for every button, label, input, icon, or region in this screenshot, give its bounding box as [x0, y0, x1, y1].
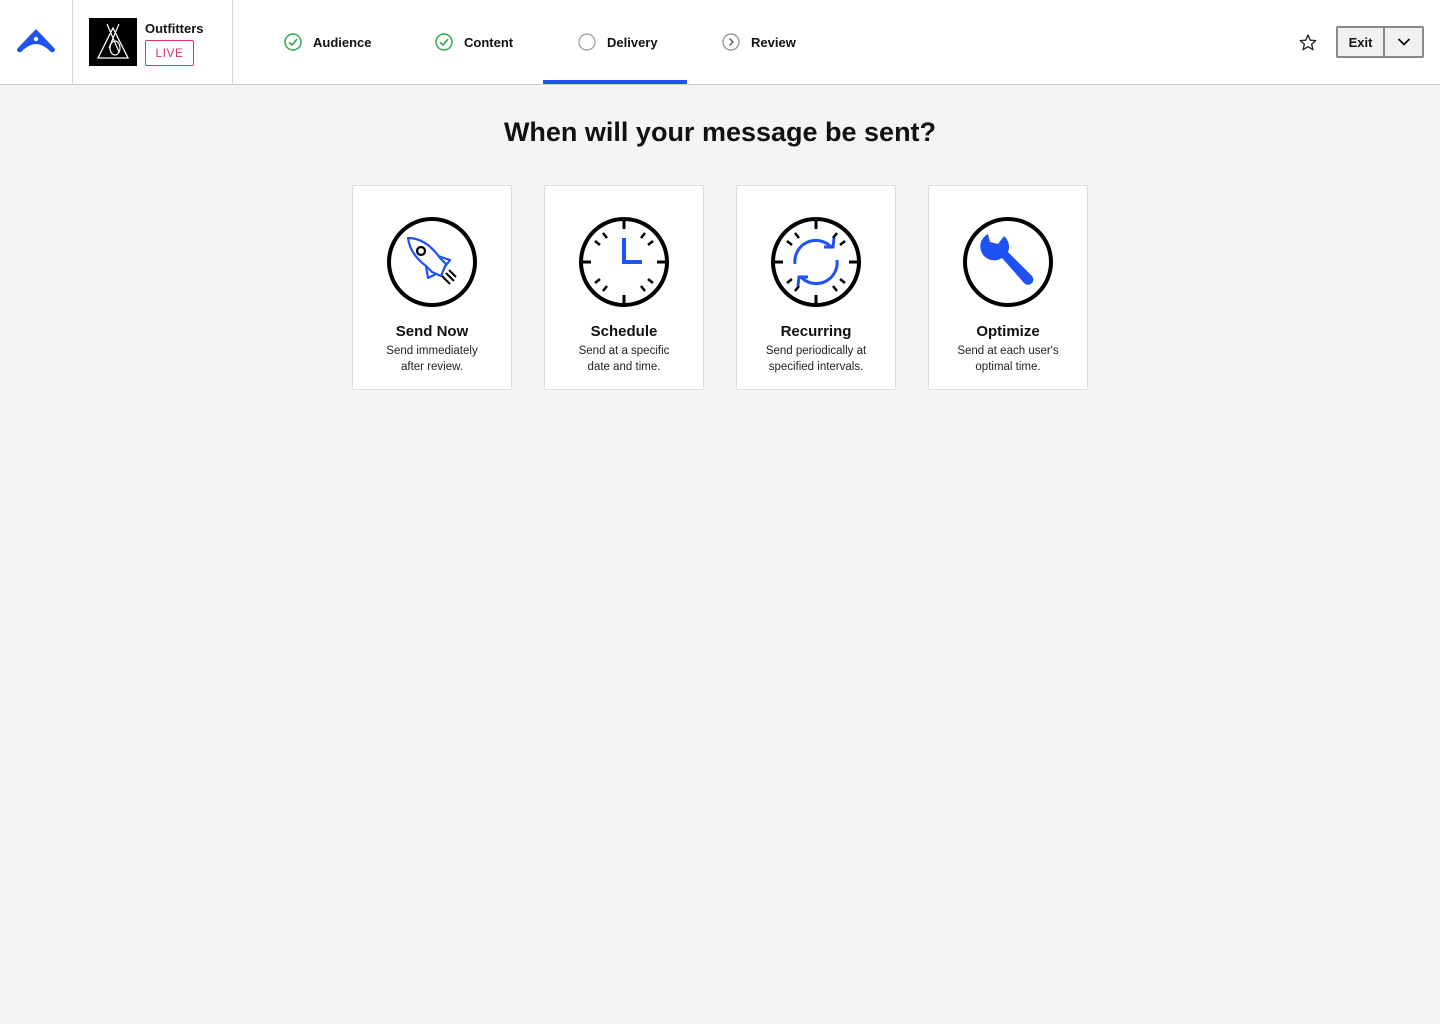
app-name: Outfitters [145, 21, 204, 36]
step-audience[interactable]: Audience [284, 0, 372, 84]
app-logo [89, 18, 137, 66]
brand-logo-icon [17, 29, 55, 53]
option-recurring[interactable]: Recurring Send periodically at specified… [736, 185, 896, 390]
option-title: Schedule [590, 323, 658, 340]
live-status-badge: LIVE [145, 40, 194, 66]
option-description-line: Send at each user's [957, 345, 1059, 357]
step-label: Audience [313, 34, 372, 50]
option-title: Optimize [976, 323, 1040, 340]
option-send-now[interactable]: Send Now Send immediately after review. [352, 185, 512, 390]
rocket-icon [387, 217, 477, 307]
step-delivery[interactable]: Delivery [543, 0, 687, 84]
step-review[interactable]: Review [722, 0, 796, 84]
exit-button-group: Exit [1336, 26, 1424, 58]
exit-button[interactable]: Exit [1338, 28, 1385, 56]
option-description: Send at a specific date and time. [561, 343, 687, 375]
option-description-line: specified intervals. [768, 361, 864, 373]
step-label: Delivery [607, 34, 658, 50]
check-circle-icon [284, 33, 302, 51]
option-description: Send at each user's optimal time. [945, 343, 1071, 375]
step-label: Content [464, 34, 514, 50]
option-title: Recurring [780, 323, 852, 340]
app-switcher[interactable]: Outfitters LIVE [73, 0, 233, 84]
option-description-line: Send at a specific [578, 345, 670, 357]
step-content[interactable]: Content [435, 0, 513, 84]
empty-circle-icon [578, 33, 596, 51]
option-description-line: after review. [401, 361, 463, 373]
app-logo-icon [96, 23, 130, 59]
star-icon [1299, 34, 1317, 51]
check-circle-icon [435, 33, 453, 51]
option-schedule[interactable]: Schedule Send at a specific date and tim… [544, 185, 704, 390]
step-label: Review [751, 34, 796, 50]
wrench-icon [963, 217, 1053, 307]
option-description-line: Send periodically at [765, 345, 867, 357]
option-description-line: date and time. [587, 361, 661, 373]
option-title: Send Now [395, 323, 469, 340]
option-description: Send immediately after review. [369, 343, 495, 375]
chevron-down-icon [1397, 38, 1410, 46]
clock-icon [579, 217, 669, 307]
option-description-line: optimal time. [975, 361, 1041, 373]
option-optimize[interactable]: Optimize Send at each user's optimal tim… [928, 185, 1088, 390]
exit-options-button[interactable] [1385, 28, 1422, 56]
recurring-icon [771, 217, 861, 307]
page-title: When will your message be sent? [503, 117, 937, 147]
option-description-line: Send immediately [386, 345, 478, 357]
brand-logo[interactable] [0, 0, 73, 84]
chevron-circle-icon [722, 33, 740, 51]
option-description: Send periodically at specified intervals… [753, 343, 879, 375]
top-bar: Outfitters LIVE Audience Content Deliver… [0, 0, 1440, 85]
favorite-button[interactable] [1296, 31, 1320, 55]
active-step-indicator [543, 80, 687, 84]
